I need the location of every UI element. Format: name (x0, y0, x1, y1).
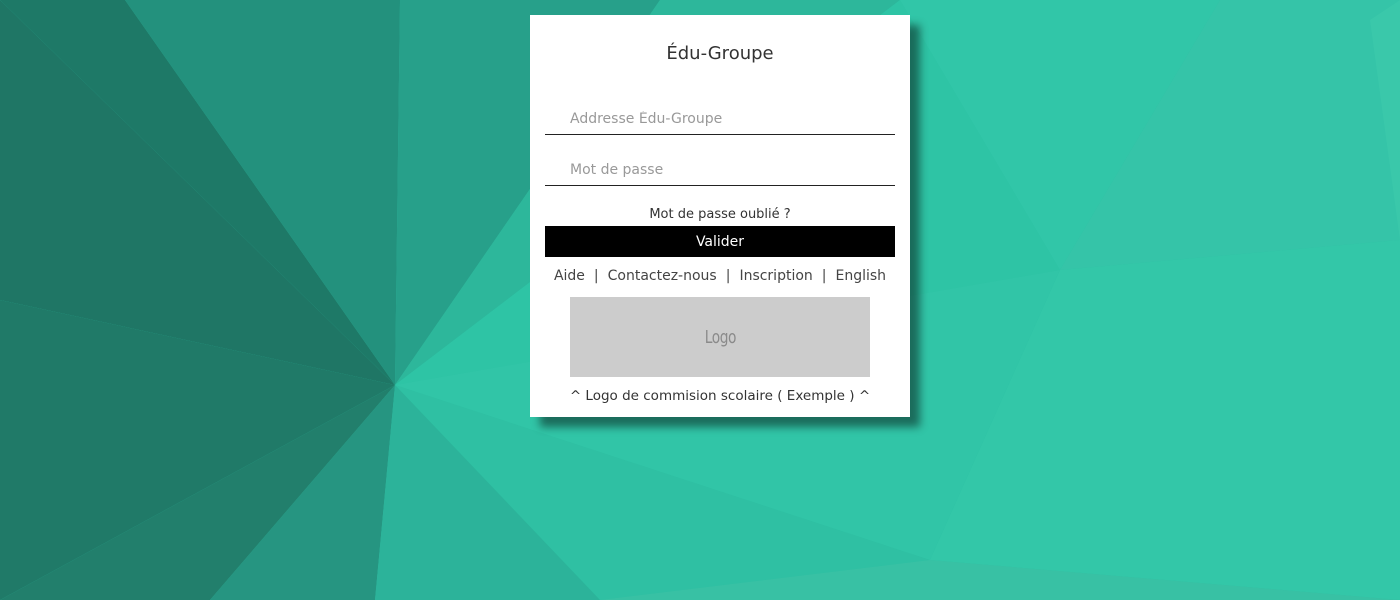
footer-links: Aide | Contactez-nous | Inscription | English (530, 268, 910, 284)
school-board-logo: Logo (570, 297, 870, 377)
submit-button[interactable]: Valider (545, 226, 895, 257)
logo-text: Logo (704, 326, 736, 348)
help-link[interactable]: Aide (554, 268, 585, 284)
link-separator: | (821, 268, 827, 284)
login-card: Édu-Groupe Mot de passe oublié ? Valider… (530, 15, 910, 417)
caption-suffix: ) ^ (844, 388, 871, 404)
logo-caption: ^ Logo de commision scolaire ( Exemple )… (530, 388, 910, 404)
page-title: Édu-Groupe (666, 43, 774, 64)
contact-link[interactable]: Contactez-nous (608, 268, 717, 284)
signup-link[interactable]: Inscription (739, 268, 812, 284)
forgot-password-link[interactable]: Mot de passe oublié ? (530, 207, 910, 222)
link-separator: | (593, 268, 599, 284)
caption-prefix: ^ Logo de commision scolaire ( (569, 388, 787, 404)
password-field[interactable] (545, 154, 895, 186)
language-link[interactable]: English (836, 268, 887, 284)
link-separator: | (725, 268, 731, 284)
example-link[interactable]: Exemple (787, 388, 845, 404)
email-field[interactable] (545, 103, 895, 135)
